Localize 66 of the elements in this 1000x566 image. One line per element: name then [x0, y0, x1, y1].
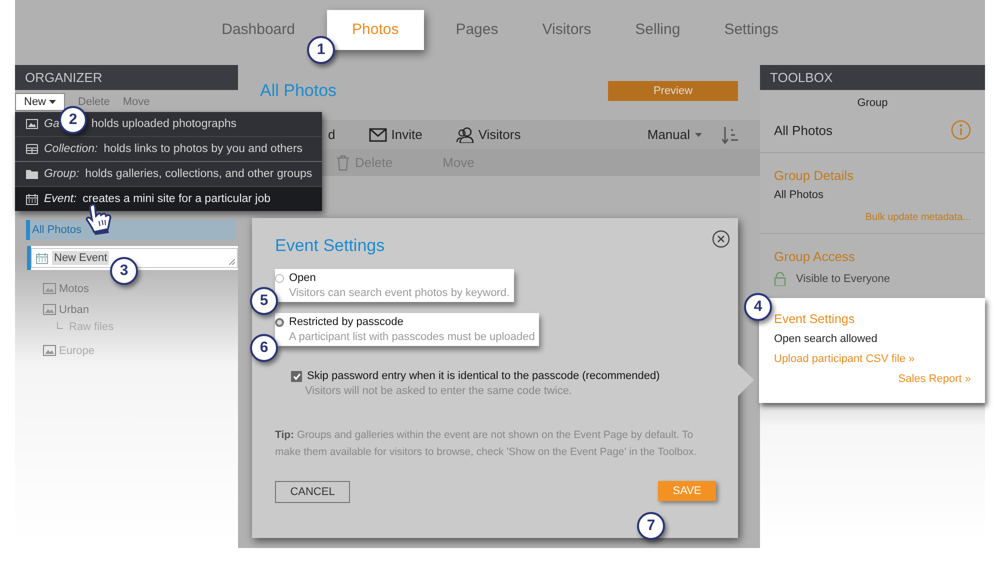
mail-icon — [369, 128, 388, 142]
lock-icon — [774, 272, 786, 286]
save-button[interactable]: SAVE — [658, 481, 716, 501]
hand-pointer-icon — [84, 203, 114, 235]
new-button[interactable]: New — [15, 93, 66, 111]
option-label: Restricted by passcode — [289, 316, 404, 328]
toolbar-button[interactable]: Visitors — [456, 126, 521, 142]
checkmark-icon — [292, 372, 300, 380]
search-status: Open search allowed — [774, 333, 878, 345]
preview-button[interactable]: Preview — [608, 81, 738, 101]
checkbox-label: Skip password entry when it is identical to the passcode (recommended) — [307, 370, 660, 382]
nav-tab[interactable]: Visitors — [530, 10, 604, 50]
sort-icon — [722, 126, 738, 144]
nav-tab[interactable]: Selling — [623, 10, 692, 50]
section-title: Group Access — [774, 249, 856, 264]
resize-handle-icon — [229, 259, 235, 265]
option-label: Open — [289, 272, 316, 284]
tree-item[interactable]: Motos — [43, 278, 89, 299]
option-description: Visitors can search event photos by keyword. — [289, 287, 510, 299]
calendar-icon — [26, 194, 38, 204]
caret-icon — [49, 100, 56, 104]
section-title: Group Details — [774, 168, 854, 183]
info-icon — [951, 120, 971, 140]
menu-item[interactable]: Event: creates a mini site for a particular job — [15, 187, 322, 211]
image-icon — [43, 304, 56, 315]
visibility-status: Visible to Everyone — [796, 273, 890, 285]
sort-dropdown[interactable]: Manual — [647, 127, 702, 142]
trash-icon — [337, 154, 349, 170]
folder-icon — [26, 169, 38, 179]
image-icon — [26, 119, 38, 129]
checkbox-description: Visitors will not be asked to enter the same code twice. — [305, 385, 573, 397]
panel-header: ORGANIZER — [15, 65, 238, 90]
nav-tab[interactable]: Photos — [327, 10, 424, 50]
toolbar-button[interactable]: Invite — [369, 127, 422, 142]
card-title: Event Settings — [774, 312, 856, 326]
card-link[interactable]: Sales Report » — [898, 373, 971, 385]
card-link[interactable]: Upload participant CSV file » — [774, 353, 971, 365]
nav-tab[interactable]: Dashboard — [210, 10, 307, 50]
item-name: All Photos — [774, 122, 833, 138]
caret-icon — [695, 132, 702, 136]
nav-tab[interactable]: Pages — [444, 10, 510, 50]
tree-item[interactable]: Urban — [43, 299, 89, 320]
toolbar-button[interactable]: d — [328, 127, 336, 142]
nav-tab[interactable]: Settings — [712, 10, 790, 50]
radio-button[interactable] — [275, 274, 284, 282]
item-type-label: Group — [856, 96, 889, 109]
panel-header: TOOLBOX — [760, 65, 985, 90]
close-icon — [712, 230, 730, 248]
bulk-update-link[interactable]: Bulk update metadata... — [865, 212, 971, 223]
cancel-button[interactable]: CANCEL — [275, 481, 350, 503]
tip-text: Tip: Groups and galleries within the event are not shown on the Event Page by default. To make them available for visitors to browse, check 'Show on the Event Page' in the Toolbox. — [275, 428, 698, 460]
group-name: All Photos — [774, 189, 825, 201]
tree-item[interactable]: Europe — [43, 340, 94, 361]
people-icon — [456, 126, 474, 142]
image-icon — [43, 345, 56, 356]
menu-item[interactable]: Collection: holds links to photos by you and others — [15, 137, 322, 162]
tree-item[interactable]: All Photos — [26, 220, 236, 240]
calendar-icon — [36, 252, 48, 264]
dialog-title: Event Settings — [275, 236, 385, 256]
page-title: All Photos — [260, 81, 337, 101]
option-description: A participant list with passcodes must be uploaded — [289, 331, 535, 343]
checkbox[interactable] — [291, 370, 302, 382]
grid-icon — [26, 144, 38, 154]
tree-branch-line — [57, 322, 63, 328]
image-icon — [43, 283, 56, 294]
radio-button[interactable] — [275, 318, 284, 326]
